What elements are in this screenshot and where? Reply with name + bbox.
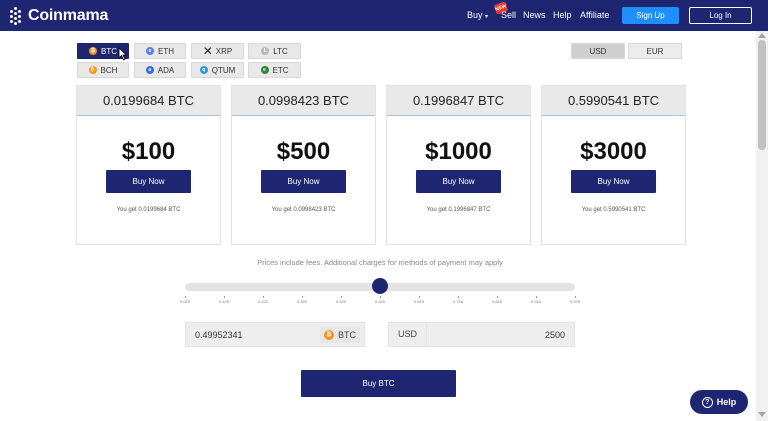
slider-tick-label: 0.976	[569, 299, 580, 304]
offer-crypto-amount: 0.1996847 BTC	[387, 86, 530, 116]
coin-tab-ada[interactable]: a ADA	[134, 62, 186, 78]
slider-tick-label: 0.619	[413, 299, 424, 304]
nav-buy-label: Buy	[467, 10, 483, 20]
slider-tick-label: 0.718	[452, 299, 463, 304]
login-button[interactable]: Log In	[689, 7, 752, 24]
ripple-icon: ✕	[202, 44, 213, 58]
slider-tick-label: 0.220	[257, 299, 268, 304]
slider-tick-label: 0.916	[530, 299, 541, 304]
nav-affiliate[interactable]: Affiliate	[580, 10, 609, 20]
slider-tick-mark	[380, 296, 381, 298]
coin-tab-label: QTUM	[211, 65, 236, 75]
coin-tab-label: ETC	[272, 65, 289, 75]
nav-buy[interactable]: Buy ▾	[467, 10, 488, 20]
buy-now-button[interactable]: Buy Now	[261, 170, 346, 193]
offer-price: $3000	[580, 138, 647, 165]
logo-icon	[10, 7, 24, 25]
crypto-unit-selector[interactable]: ₿ BTC	[320, 327, 360, 343]
help-button[interactable]: ? Help	[690, 390, 748, 414]
currency-tab-usd[interactable]: USD	[571, 43, 625, 59]
litecoin-icon: Ł	[261, 47, 270, 55]
nav-help[interactable]: Help	[553, 10, 572, 20]
offer-price: $500	[276, 138, 331, 165]
slider-tick-label: 0.020	[179, 299, 190, 304]
help-button-label: Help	[716, 397, 737, 407]
mouse-cursor-icon	[118, 47, 128, 61]
offer-price: $100	[121, 138, 176, 165]
bitcoin-icon: ₿	[324, 330, 334, 340]
slider-tick-mark	[575, 296, 576, 298]
fiat-amount-value: 2500	[544, 330, 565, 340]
fiat-unit-label: USD	[389, 323, 427, 346]
offer-price: $1000	[425, 138, 492, 165]
buy-btc-button[interactable]: Buy BTC	[301, 370, 456, 397]
coin-tab-label: LTC	[273, 46, 288, 56]
coin-tab-xrp[interactable]: ✕ XRP	[191, 43, 244, 59]
brand-name: Coinmama	[28, 7, 109, 24]
brand-logo[interactable]: Coinmama	[10, 6, 108, 26]
coin-tab-label: BTC	[101, 46, 117, 56]
scrollbar-thumb[interactable]	[758, 40, 766, 150]
chevron-down-icon: ▾	[485, 14, 489, 20]
currency-tab-eur[interactable]: EUR	[628, 43, 682, 59]
coin-tab-ltc[interactable]: Ł LTC	[248, 43, 301, 59]
slider-tick-mark	[419, 296, 420, 298]
signup-button[interactable]: Sign Up	[622, 7, 679, 24]
slider-tick-mark	[185, 296, 186, 298]
slider-tick-mark	[341, 296, 342, 298]
offer-crypto-amount: 0.0199684 BTC	[77, 86, 220, 116]
slider-tick-label: 0.420	[335, 299, 346, 304]
nav-news[interactable]: News	[523, 10, 546, 20]
top-navbar: Coinmama Buy ▾ NEW Sell News Help Affili…	[0, 0, 768, 31]
offer-card: 0.1996847 BTC $1000 Buy Now You get 0.19…	[386, 85, 531, 245]
offer-crypto-amount: 0.5990541 BTC	[542, 86, 685, 116]
crypto-amount-value: 0.49952341	[195, 330, 243, 340]
fees-note: Prices include fees. Additional charges …	[257, 258, 503, 267]
crypto-unit-label: BTC	[338, 330, 356, 340]
ethereum-icon: e	[146, 47, 154, 55]
slider-tick-label: 0.320	[296, 299, 307, 304]
bitcoin-icon: ₿	[89, 47, 97, 55]
bitcoin-cash-icon: ₿	[88, 66, 97, 74]
scroll-up-arrow-icon[interactable]	[758, 33, 766, 38]
crypto-amount-input[interactable]: 0.49952341 ₿ BTC	[185, 322, 365, 347]
coin-tab-qtum[interactable]: q QTUM	[191, 62, 244, 78]
question-mark-icon: ?	[701, 396, 713, 408]
coin-tab-label: ETH	[158, 46, 174, 56]
ethereum-classic-icon: e	[260, 66, 269, 74]
buy-now-button[interactable]: Buy Now	[416, 170, 501, 193]
offer-crypto-amount: 0.0998423 BTC	[232, 86, 375, 116]
coin-tab-label: XRP	[215, 46, 233, 56]
slider-tick-mark	[497, 296, 498, 298]
nav-sell[interactable]: Sell	[501, 10, 516, 20]
slider-tick-mark	[536, 296, 537, 298]
buy-now-button[interactable]: Buy Now	[571, 170, 656, 193]
slider-tick-label: 0.125	[218, 299, 229, 304]
slider-tick-mark	[224, 296, 225, 298]
offer-you-get: You get 0.1996847 BTC	[426, 207, 491, 213]
slider-tick-label: 0.818	[491, 299, 502, 304]
offer-card: 0.0998423 BTC $500 Buy Now You get 0.099…	[231, 85, 376, 245]
amount-slider-handle[interactable]	[372, 278, 388, 294]
slider-tick-mark	[458, 296, 459, 298]
coin-tab-etc[interactable]: e ETC	[248, 62, 301, 78]
offer-card: 0.0199684 BTC $100 Buy Now You get 0.019…	[76, 85, 221, 245]
coin-tab-bch[interactable]: ₿ BCH	[77, 62, 129, 78]
coin-tab-eth[interactable]: e ETH	[134, 43, 186, 59]
scroll-down-arrow-icon[interactable]	[758, 412, 766, 417]
offer-you-get: You get 0.0998423 BTC	[271, 207, 336, 213]
coin-tab-label: BCH	[100, 65, 118, 75]
fiat-amount-input[interactable]: USD 2500	[388, 322, 575, 347]
slider-tick-label: 0.520	[374, 299, 385, 304]
offer-card: 0.5990541 BTC $3000 Buy Now You get 0.59…	[541, 85, 686, 245]
coin-tab-label: ADA	[157, 65, 175, 75]
buy-now-button[interactable]: Buy Now	[106, 170, 191, 193]
slider-tick-mark	[302, 296, 303, 298]
slider-tick-mark	[263, 296, 264, 298]
offer-you-get: You get 0.5990541 BTC	[581, 207, 646, 213]
offer-you-get: You get 0.0199684 BTC	[116, 207, 181, 213]
qtum-icon: q	[199, 66, 208, 74]
cardano-icon: a	[145, 66, 154, 74]
